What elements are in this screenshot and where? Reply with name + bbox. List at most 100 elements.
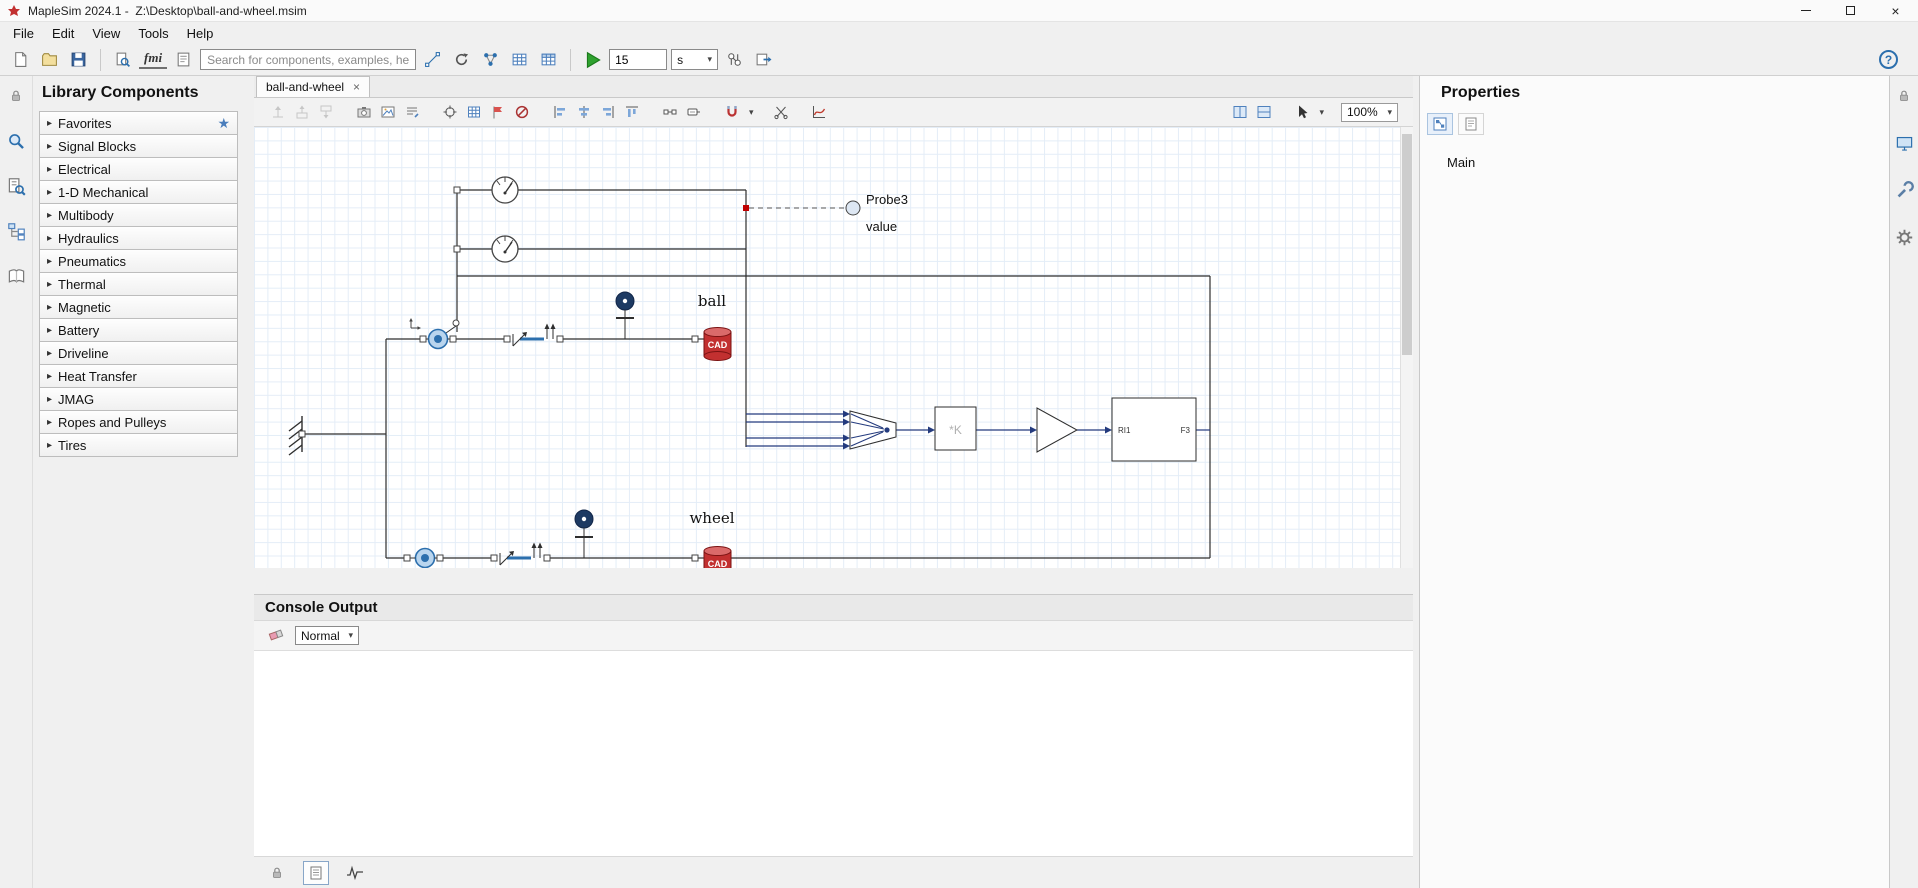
expand-icon[interactable]: ▸ [47, 440, 52, 451]
wheel-rigid-body-component[interactable] [531, 542, 543, 559]
search-help-icon[interactable] [110, 47, 135, 72]
annotation-icon[interactable] [401, 102, 422, 123]
demote-subsystem-icon[interactable] [315, 102, 336, 123]
sidebar-item-thermal[interactable]: ▸ Thermal [39, 272, 238, 296]
sidebar-item-multibody[interactable]: ▸ Multibody [39, 203, 238, 227]
expand-icon[interactable]: ▸ [47, 233, 52, 244]
model-description-icon[interactable] [171, 47, 196, 72]
expand-icon[interactable]: ▸ [47, 394, 52, 405]
time-unit-select[interactable]: s ▾ [671, 49, 719, 70]
properties-diagram-tab-icon[interactable] [1427, 113, 1453, 135]
split-view-horizontal-icon[interactable] [1253, 102, 1274, 123]
sidebar-item-jmag[interactable]: ▸ JMAG [39, 387, 238, 411]
help-book-icon[interactable] [6, 266, 26, 286]
expand-icon[interactable]: ▸ [47, 302, 52, 313]
show-ports-icon[interactable] [659, 102, 680, 123]
sidebar-item-favorites[interactable]: ▸ Favorites ★ [39, 111, 238, 135]
tab-close-icon[interactable]: × [353, 81, 360, 93]
sidebar-item-ropes-and-pulleys[interactable]: ▸ Ropes and Pulleys [39, 410, 238, 434]
chevron-down-icon[interactable]: ▾ [749, 107, 754, 118]
wheel-revolute-joint[interactable] [410, 547, 437, 568]
panel-lock-icon[interactable] [1894, 86, 1914, 106]
connection-line-tool-icon[interactable] [420, 47, 445, 72]
new-file-icon[interactable] [8, 47, 33, 72]
parameter-table-icon[interactable] [536, 47, 561, 72]
multiplexer-component[interactable] [849, 410, 897, 450]
sidebar-item-hydraulics[interactable]: ▸ Hydraulics [39, 226, 238, 250]
export-fmu-icon[interactable] [751, 47, 776, 72]
wheel-angle-sensor[interactable] [574, 509, 594, 558]
menu-tools[interactable]: Tools [129, 24, 177, 43]
clear-console-icon[interactable] [267, 626, 285, 645]
scrollbar-thumb[interactable] [1402, 134, 1412, 355]
disconnect-icon[interactable] [771, 102, 792, 123]
expand-icon[interactable]: ▸ [47, 164, 52, 175]
console-waveform-icon[interactable] [342, 861, 368, 885]
model-browser-icon[interactable] [478, 47, 503, 72]
force-block[interactable]: RI1 F3 [1111, 397, 1197, 462]
expand-icon[interactable]: ▸ [47, 256, 52, 267]
detach-subsystem-icon[interactable] [267, 102, 288, 123]
plot-window-icon[interactable] [809, 102, 830, 123]
image-icon[interactable] [377, 102, 398, 123]
run-simulation-button[interactable] [580, 47, 605, 72]
sidebar-item-tires[interactable]: ▸ Tires [39, 433, 238, 457]
expand-icon[interactable]: ▸ [47, 210, 52, 221]
measurement-flag-icon[interactable] [487, 102, 508, 123]
ball-angle-sensor[interactable] [615, 291, 635, 339]
fmi-icon[interactable]: fmi [139, 50, 168, 69]
model-tree-icon[interactable] [6, 221, 26, 241]
save-file-icon[interactable] [66, 47, 91, 72]
library-search-icon[interactable] [6, 131, 26, 151]
parameter-grid-icon[interactable] [507, 47, 532, 72]
expand-icon[interactable]: ▸ [47, 417, 52, 428]
sidebar-item-electrical[interactable]: ▸ Electrical [39, 157, 238, 181]
horizontal-splitter[interactable] [254, 568, 1413, 594]
expand-icon[interactable]: ▸ [47, 279, 52, 290]
align-left-icon[interactable] [549, 102, 570, 123]
tab-ball-and-wheel[interactable]: ball-and-wheel × [256, 76, 371, 97]
maximize-button[interactable] [1828, 0, 1873, 21]
sidebar-item-pneumatics[interactable]: ▸ Pneumatics [39, 249, 238, 273]
sidebar-item-battery[interactable]: ▸ Battery [39, 318, 238, 342]
speed-gauge-component[interactable] [491, 235, 519, 263]
split-view-vertical-icon[interactable] [1229, 102, 1250, 123]
detailed-search-icon[interactable] [6, 176, 26, 196]
menu-help[interactable]: Help [178, 24, 223, 43]
expand-icon[interactable]: ▸ [47, 371, 52, 382]
expand-icon[interactable]: ▸ [47, 187, 52, 198]
snapshot-icon[interactable] [353, 102, 374, 123]
remove-probe-icon[interactable] [511, 102, 532, 123]
sidebar-item-magnetic[interactable]: ▸ Magnetic [39, 295, 238, 319]
settings-gear-icon[interactable] [1894, 227, 1914, 247]
show-labels-icon[interactable] [683, 102, 704, 123]
expand-icon[interactable]: ▸ [47, 325, 52, 336]
sidebar-item-driveline[interactable]: ▸ Driveline [39, 341, 238, 365]
menu-view[interactable]: View [83, 24, 129, 43]
amplifier-block[interactable] [1036, 407, 1079, 453]
menu-edit[interactable]: Edit [43, 24, 83, 43]
open-file-icon[interactable] [37, 47, 62, 72]
probe-manager-icon[interactable] [722, 47, 747, 72]
close-button[interactable]: × [1873, 0, 1918, 21]
help-icon[interactable]: ? [1879, 50, 1898, 69]
angle-gauge-component[interactable] [491, 176, 519, 204]
snap-magnet-icon[interactable] [721, 102, 742, 123]
probe-table-icon[interactable] [463, 102, 484, 123]
gain-block[interactable]: *K [934, 406, 977, 451]
panel-lock-icon[interactable] [6, 86, 26, 106]
pointer-mode-icon[interactable] [1291, 102, 1312, 123]
rigid-body-component[interactable] [544, 323, 556, 340]
simulation-time-input[interactable] [609, 49, 668, 70]
sidebar-item-1d-mechanical[interactable]: ▸ 1-D Mechanical [39, 180, 238, 204]
align-right-icon[interactable] [597, 102, 618, 123]
expand-icon[interactable]: ▸ [47, 348, 52, 359]
console-text-view-icon[interactable] [303, 860, 329, 885]
ball-cad-geometry[interactable]: CAD [703, 327, 732, 361]
attach-probe-icon[interactable] [439, 102, 460, 123]
sidebar-item-heat-transfer[interactable]: ▸ Heat Transfer [39, 364, 238, 388]
refresh-layout-icon[interactable] [449, 47, 474, 72]
align-center-icon[interactable] [573, 102, 594, 123]
search-input[interactable] [200, 49, 417, 70]
expand-icon[interactable]: ▸ [47, 118, 52, 129]
